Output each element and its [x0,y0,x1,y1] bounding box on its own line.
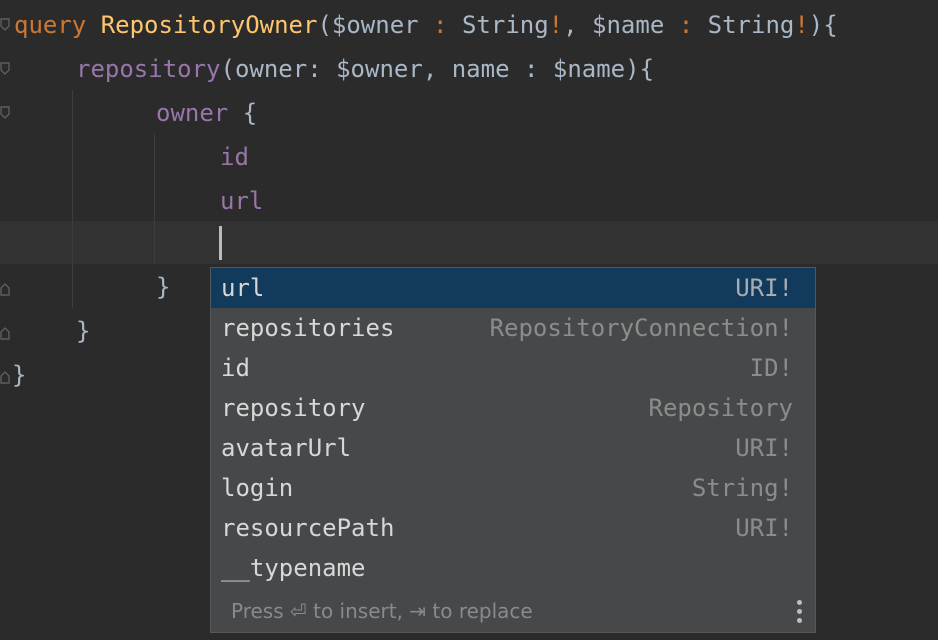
completion-footer: Press ⏎ to insert, ⇥ to replace [211,588,815,632]
code-line-7: } [156,265,170,309]
fold-close-icon[interactable] [0,282,10,296]
code-line-2: repository(owner: $owner, name : $name){ [76,47,654,91]
code-line-8: } [76,309,90,353]
variable: $name [592,11,665,39]
completion-item-name: id [221,354,250,382]
paren-brace: ){ [625,55,655,83]
completion-item-name: resourcePath [221,514,395,542]
fold-open-icon[interactable] [0,62,10,76]
completion-popup[interactable]: url URI! repositories RepositoryConnecti… [210,267,816,633]
type-name: String [707,11,795,39]
type-name: String [461,11,549,39]
fold-close-icon[interactable] [0,326,10,340]
more-options-icon[interactable] [797,600,803,624]
brace: { [228,99,258,127]
completion-item-type: URI! [735,434,793,462]
completion-item-type: URI! [735,514,793,542]
argument-name: owner [234,55,308,83]
code-line-1: query RepositoryOwner($owner : String!, … [14,3,838,47]
variable: $owner [331,11,419,39]
field-owner: owner [156,99,229,127]
current-line-highlight [0,221,938,264]
closing-brace: } [76,317,91,345]
paren: ( [220,55,235,83]
comma: , [563,11,593,39]
completion-item-name: login [221,474,294,502]
code-line-9: } [12,353,26,397]
code-line-3: owner { [156,91,257,135]
completion-item-typename[interactable]: __typename [211,548,815,588]
non-null-mark: ! [794,11,809,39]
fold-open-icon[interactable] [0,18,10,32]
argument-name: name [451,55,510,83]
variable: $name [552,55,626,83]
non-null-mark: ! [548,11,564,39]
completion-item-name: repositories [221,314,395,342]
completion-item-login[interactable]: login String! [211,468,815,508]
query-keyword: query [14,11,87,39]
field-url: url [220,187,264,215]
completion-item-type: RepositoryConnection! [489,314,793,342]
closing-brace: } [156,273,171,301]
completion-hint: Press ⏎ to insert, ⇥ to replace [231,599,533,623]
paren-brace: ){ [808,11,838,39]
field-id: id [220,143,249,171]
field-repository: repository [76,55,221,83]
completion-item-name: repository [221,394,366,422]
completion-item-name: __typename [221,554,366,582]
indent-guide [154,134,155,264]
completion-item-repository[interactable]: repository Repository [211,388,815,428]
completion-item-avatarurl[interactable]: avatarUrl URI! [211,428,815,468]
completion-item-name: url [221,274,265,302]
operation-name: RepositoryOwner [100,11,318,39]
paren: ( [317,11,332,39]
completion-item-repositories[interactable]: repositories RepositoryConnection! [211,308,815,348]
variable: $owner [336,55,423,83]
comma: , [422,55,452,83]
code-line-5: url [220,179,263,223]
colon: : [307,55,337,83]
colon: : [509,55,553,83]
colon: : [418,11,462,39]
closing-brace: } [12,361,27,389]
fold-open-icon[interactable] [0,106,10,120]
fold-close-icon[interactable] [0,370,10,384]
text-caret [219,226,222,260]
completion-item-url[interactable]: url URI! [211,268,815,308]
completion-item-type: ID! [749,354,793,382]
colon: : [664,11,708,39]
completion-item-id[interactable]: id ID! [211,348,815,388]
completion-item-type: String! [691,474,793,502]
completion-item-type: Repository [648,394,794,422]
code-line-4: id [220,135,249,179]
completion-item-name: avatarUrl [221,434,352,462]
completion-item-resourcepath[interactable]: resourcePath URI! [211,508,815,548]
completion-item-type: URI! [735,274,793,302]
indent-guide [72,90,73,308]
